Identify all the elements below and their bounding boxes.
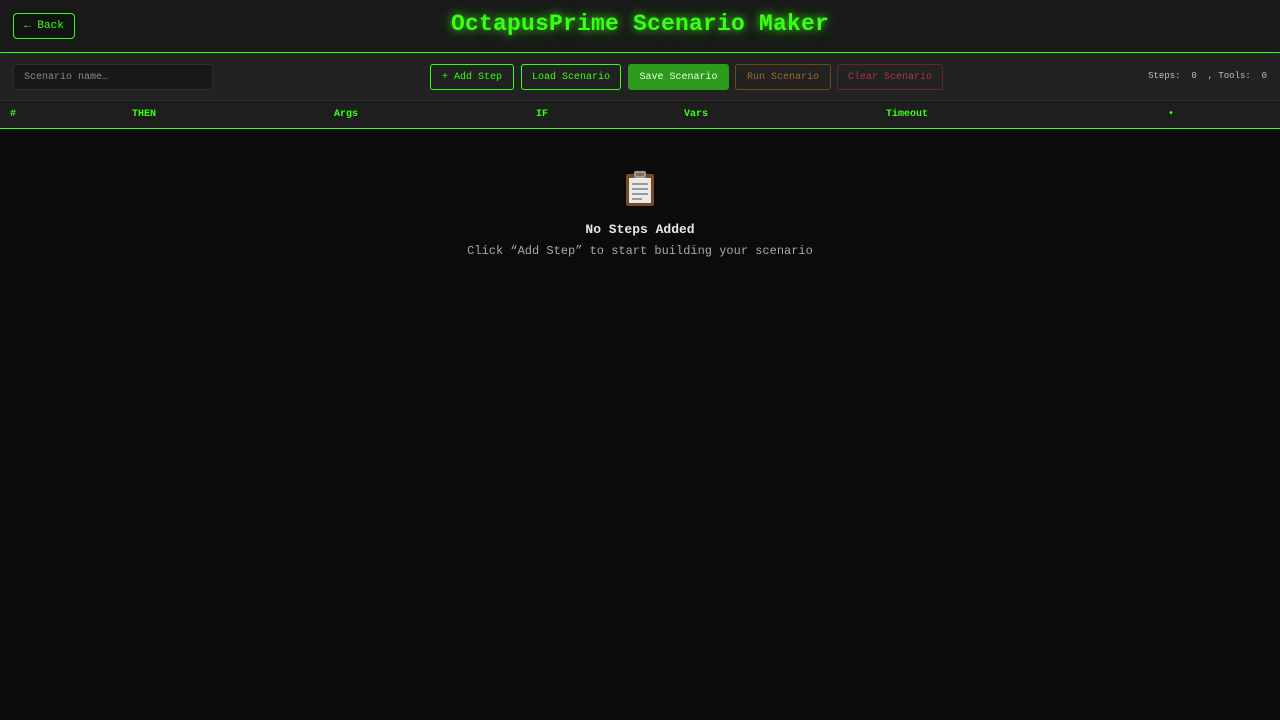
page-title: OctapusPrime Scenario Maker — [450, 11, 830, 37]
empty-state: No Steps Added Click “Add Step” to start… — [0, 168, 1280, 258]
save-scenario-label: Save Scenario — [639, 71, 718, 83]
column-header-actions: • — [1168, 109, 1175, 120]
empty-state-hint: Click “Add Step” to start building your … — [467, 244, 813, 258]
column-header-vars: Vars — [684, 109, 709, 120]
column-header-args: Args — [334, 109, 359, 120]
run-scenario-button[interactable]: Run Scenario — [735, 64, 831, 90]
save-scenario-button[interactable]: Save Scenario — [628, 64, 729, 90]
step-tool-counts: Steps: 0 , Tools: 0 — [1148, 71, 1267, 81]
clear-scenario-label: Clear Scenario — [847, 71, 932, 83]
load-scenario-button[interactable]: Load Scenario — [521, 64, 621, 90]
steps-label: Steps: — [1148, 71, 1181, 81]
column-header-number: # — [10, 109, 17, 120]
scenario-name-input[interactable] — [13, 64, 213, 90]
column-header-timeout: Timeout — [886, 109, 929, 120]
column-header-then: THEN — [132, 109, 157, 120]
clear-scenario-button[interactable]: Clear Scenario — [837, 64, 943, 90]
empty-state-title: No Steps Added — [585, 222, 695, 237]
toolbar: + Add Step Load Scenario Save Scenario R… — [0, 54, 1280, 101]
app-header: ← Back OctapusPrime Scenario Maker — [0, 0, 1280, 53]
column-header-if: IF — [536, 109, 549, 120]
run-scenario-label: Run Scenario — [746, 71, 819, 83]
tools-count: 0 — [1261, 71, 1267, 81]
steps-table-header: # THEN Args IF Vars Timeout • — [0, 101, 1280, 129]
add-step-button[interactable]: + Add Step — [430, 64, 514, 90]
add-step-label: + Add Step — [441, 71, 502, 83]
tools-label: , Tools: — [1207, 71, 1251, 81]
clipboard-icon — [620, 168, 660, 208]
load-scenario-label: Load Scenario — [531, 71, 610, 83]
steps-count: 0 — [1191, 71, 1197, 81]
